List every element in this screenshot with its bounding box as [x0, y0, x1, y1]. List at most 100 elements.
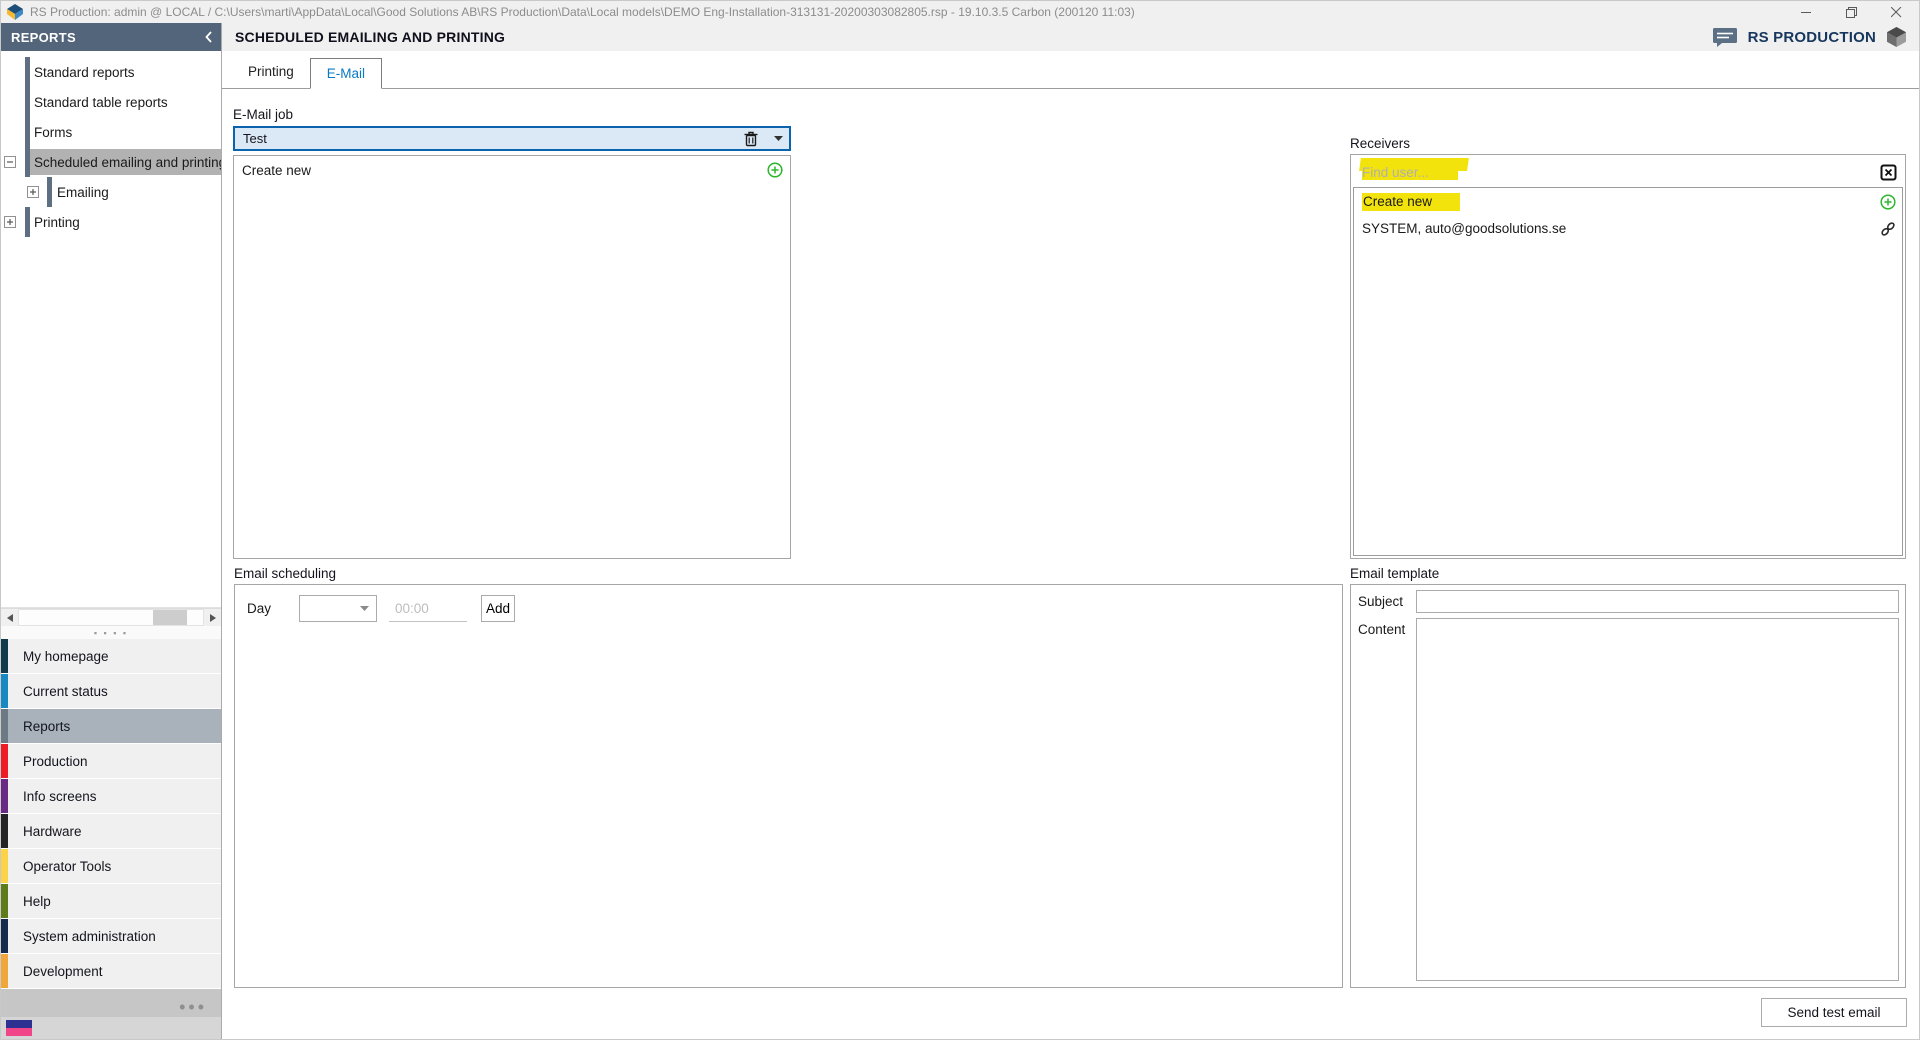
expand-plus-icon[interactable]	[27, 186, 39, 198]
nav-color-bar	[1, 674, 8, 708]
nav-color-bar	[1, 884, 8, 918]
tree-horizontal-scrollbar[interactable]	[1, 608, 221, 626]
email-scheduling-label: Email scheduling	[234, 566, 336, 581]
tree-accent-bar	[47, 177, 52, 207]
tree-item-standard-reports[interactable]: Standard reports	[1, 57, 221, 87]
tree-item-scheduled-emailing-and-printing[interactable]: Scheduled emailing and printing	[1, 147, 221, 177]
nav-color-bar	[1, 779, 8, 813]
delete-job-icon[interactable]	[744, 131, 758, 147]
nav-item-production[interactable]: Production	[1, 744, 221, 778]
sidebar-title: REPORTS	[11, 30, 205, 45]
email-scheduling-panel: Day Add	[234, 584, 1343, 988]
brand-area: RS PRODUCTION	[1712, 26, 1907, 48]
splitter-grip-icon: ▪ ▪ ▪ ▪	[94, 630, 128, 636]
nav-color-bar	[1, 849, 8, 883]
find-user-row: Find user...	[1353, 157, 1903, 187]
page-title: SCHEDULED EMAILING AND PRINTING	[235, 29, 1712, 45]
nav-color-bar	[1, 919, 8, 953]
page-header: SCHEDULED EMAILING AND PRINTING RS PRODU…	[222, 23, 1919, 51]
tree-accent-bar	[25, 87, 30, 117]
job-list-item-create-new[interactable]: Create new	[234, 156, 790, 184]
add-job-icon[interactable]	[767, 162, 783, 178]
nav-color-bar	[1, 744, 8, 778]
collapse-sidebar-icon[interactable]	[205, 31, 213, 43]
nav-item-my-homepage[interactable]: My homepage	[1, 639, 221, 673]
day-label: Day	[247, 601, 271, 616]
receivers-label: Receivers	[1350, 136, 1410, 151]
sidebar-bottom-strip	[1, 1017, 221, 1039]
subject-input[interactable]	[1416, 590, 1899, 613]
day-dropdown-icon	[360, 606, 369, 611]
brand-name: RS PRODUCTION	[1748, 29, 1876, 46]
send-test-email-button[interactable]: Send test email	[1761, 998, 1907, 1027]
nav-footer: •••	[1, 989, 221, 1017]
time-input[interactable]	[389, 595, 467, 622]
tree-accent-bar	[25, 117, 30, 147]
add-schedule-button[interactable]: Add	[481, 595, 515, 622]
window-title: RS Production: admin @ LOCAL / C:\Users\…	[30, 5, 1784, 19]
sidebar-header: REPORTS	[1, 23, 221, 51]
nav-color-bar	[1, 954, 8, 988]
email-template-panel: Subject Content	[1350, 584, 1906, 988]
content-textarea[interactable]	[1416, 618, 1899, 981]
receiver-item-create-new[interactable]: Create new	[1354, 188, 1902, 215]
nav-item-help[interactable]: Help	[1, 884, 221, 918]
tab-printing[interactable]: Printing	[232, 57, 310, 88]
tree-accent-bar	[25, 207, 30, 237]
nav-item-reports[interactable]: Reports	[1, 709, 221, 743]
nav-item-current-status[interactable]: Current status	[1, 674, 221, 708]
find-user-placeholder: Find user...	[1362, 165, 1429, 180]
flag-icon	[6, 1020, 32, 1036]
collapse-minus-icon[interactable]	[4, 156, 16, 168]
scrollbar-track[interactable]	[18, 609, 204, 626]
nav-color-bar	[1, 814, 8, 848]
nav-item-operator-tools[interactable]: Operator Tools	[1, 849, 221, 883]
close-button[interactable]	[1874, 1, 1919, 23]
scrollbar-thumb[interactable]	[153, 610, 187, 625]
hexagon-logo-icon	[1886, 26, 1907, 48]
main-content: SCHEDULED EMAILING AND PRINTING RS PRODU…	[222, 23, 1919, 1039]
content-label: Content	[1358, 613, 1416, 637]
expand-plus-icon[interactable]	[4, 216, 16, 228]
receiver-item-system[interactable]: SYSTEM, auto@goodsolutions.se	[1354, 215, 1902, 242]
day-select[interactable]	[299, 595, 377, 622]
tree-item-forms[interactable]: Forms	[1, 117, 221, 147]
add-receiver-icon[interactable]	[1880, 194, 1896, 210]
combo-dropdown-icon[interactable]	[774, 136, 783, 141]
tree-item-standard-table-reports[interactable]: Standard table reports	[1, 87, 221, 117]
tab-bar: Printing E-Mail	[222, 51, 1919, 89]
minimize-button[interactable]	[1784, 1, 1829, 23]
nav-overflow-icon[interactable]: •••	[179, 1003, 207, 1011]
nav-item-hardware[interactable]: Hardware	[1, 814, 221, 848]
scroll-left-icon[interactable]	[1, 609, 18, 626]
email-job-list: Create new	[233, 155, 791, 559]
link-icon[interactable]	[1880, 221, 1896, 237]
email-job-combobox[interactable]: Test	[233, 126, 791, 151]
reports-tree: Standard reports Standard table reports …	[1, 51, 221, 608]
clear-search-icon[interactable]	[1880, 164, 1897, 181]
module-nav: My homepage Current status Reports Produ…	[1, 639, 221, 989]
find-user-input[interactable]: Find user...	[1360, 162, 1880, 182]
highlighted-label: Create new	[1362, 193, 1460, 211]
email-job-label: E-Mail job	[233, 107, 293, 122]
nav-item-info-screens[interactable]: Info screens	[1, 779, 221, 813]
restore-button[interactable]	[1829, 1, 1874, 23]
tab-email[interactable]: E-Mail	[310, 58, 382, 89]
sidebar-splitter[interactable]: ▪ ▪ ▪ ▪	[1, 626, 221, 639]
nav-color-bar	[1, 639, 8, 673]
email-template-label: Email template	[1350, 566, 1439, 581]
tree-item-emailing[interactable]: Emailing	[1, 177, 221, 207]
receivers-panel: Find user... Create new	[1350, 154, 1906, 559]
titlebar: RS Production: admin @ LOCAL / C:\Users\…	[1, 1, 1919, 23]
tree-accent-bar	[25, 147, 30, 177]
app-window: RS Production: admin @ LOCAL / C:\Users\…	[0, 0, 1920, 1040]
chat-bubble-icon	[1712, 26, 1738, 48]
tree-item-printing[interactable]: Printing	[1, 207, 221, 237]
nav-item-development[interactable]: Development	[1, 954, 221, 988]
scroll-right-icon[interactable]	[204, 609, 221, 626]
nav-item-system-administration[interactable]: System administration	[1, 919, 221, 953]
subject-label: Subject	[1358, 590, 1416, 609]
receivers-list: Create new SYSTEM, auto@goodsolutions.se	[1353, 187, 1903, 556]
reports-sidebar: REPORTS Standard reports Standard table …	[1, 23, 222, 1039]
app-logo-icon	[7, 4, 23, 20]
